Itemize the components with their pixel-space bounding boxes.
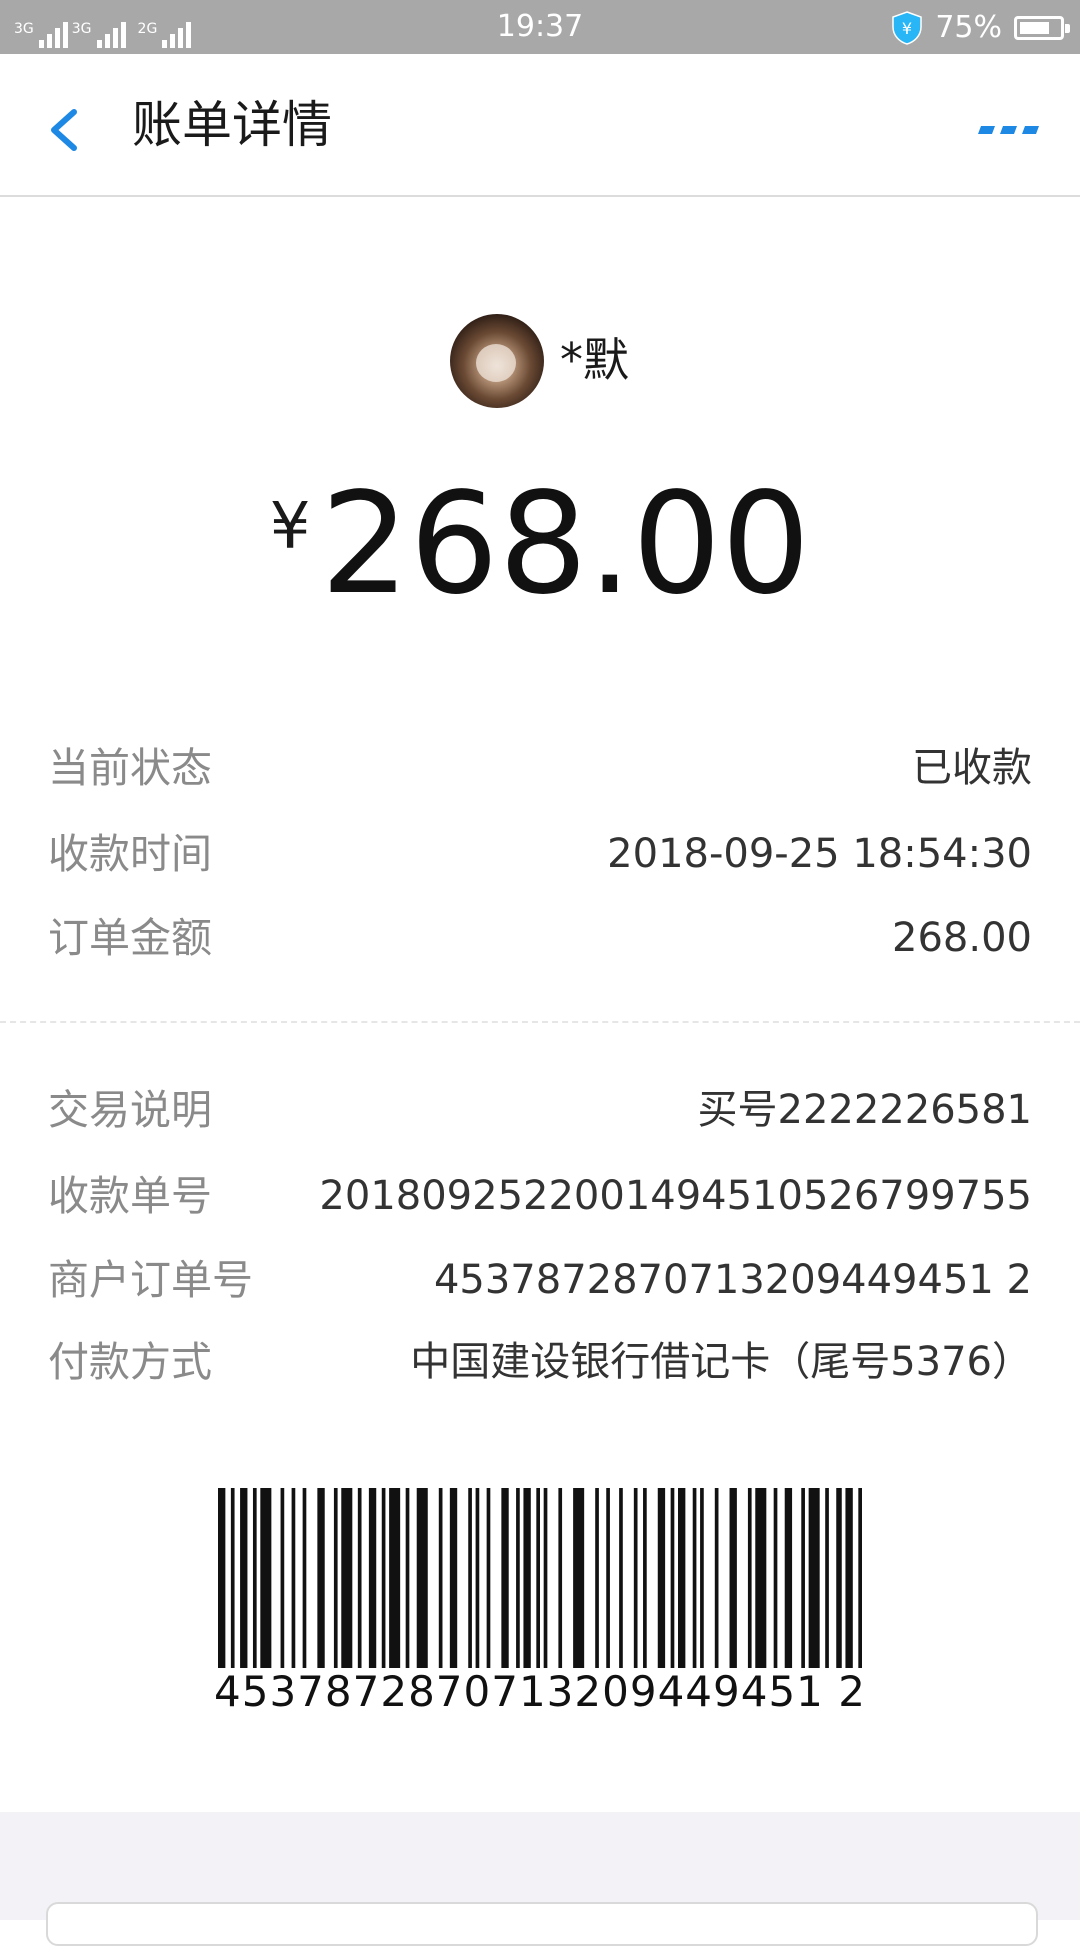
barcode-bar [845,1488,853,1668]
barcode-icon[interactable] [218,1488,862,1668]
barcode-bar [252,1488,257,1668]
barcode-bar [486,1488,491,1668]
amount-value: 268.00 [320,463,811,626]
detail-row-payment-method: 付款方式 中国建设银行借记卡（尾号5376） [48,1332,1032,1392]
barcode-bar [357,1488,362,1668]
detail-row-status: 当前状态 已收款 [48,738,1032,798]
detail-row-merchant-order: 商户订单号 4537872870713209449451 2 [48,1250,1032,1310]
more-dots-icon [978,126,1039,134]
detail-value: 中国建设银行借记卡（尾号5376） [410,1339,1032,1385]
barcode-bar [692,1488,697,1668]
barcode-bar [333,1488,338,1668]
detail-value: 已收款 [912,745,1032,791]
detail-value: 买号2222226581 [697,1087,1033,1133]
barcode-bar [230,1488,235,1668]
barcode-bar [368,1488,377,1668]
barcode-bar [643,1488,647,1668]
payer-name: *默 [560,333,629,387]
barcode-bar [291,1488,296,1668]
barcode-bar [516,1488,520,1668]
barcode-bar [747,1488,752,1668]
svg-text:¥: ¥ [902,19,912,38]
barcode-bar [475,1488,480,1668]
barcode-bar [468,1488,472,1668]
detail-row-time: 收款时间 2018-09-25 18:54:30 [48,824,1032,884]
detail-label: 收款时间 [48,830,212,878]
barcode-bar [543,1488,548,1668]
barcode-bar [729,1488,737,1668]
detail-value: 268.00 [892,915,1032,961]
barcode-bar [825,1488,829,1668]
barcode-bar [280,1488,285,1668]
barcode-bar [302,1488,307,1668]
barcode-bar [240,1488,248,1668]
detail-value: 2018-09-25 18:54:30 [607,831,1032,877]
barcode-bar [501,1488,509,1668]
barcode-bar [670,1488,675,1668]
detail-label: 交易说明 [48,1086,212,1134]
title-bar: 账单详情 [0,54,1080,197]
barcode-bar [657,1488,666,1668]
barcode-bar [381,1488,386,1668]
detail-label: 付款方式 [48,1338,212,1386]
more-button[interactable] [972,114,1042,144]
barcode-bar [558,1488,563,1668]
barcode-bar [449,1488,458,1668]
bottom-card[interactable] [46,1902,1038,1946]
barcode-bar [595,1488,599,1668]
status-bar: 3G 3G 2G 19:37 ¥ 75% [0,0,1080,54]
barcode-bar [573,1488,585,1668]
back-button[interactable] [40,94,90,164]
barcode-bar [606,1488,610,1668]
barcode-bar [773,1488,778,1668]
barcode-bar [808,1488,820,1668]
barcode-bar [416,1488,428,1668]
detail-row-receipt-number: 收款单号 2018092522001494510526799755 [48,1166,1032,1226]
detail-label: 当前状态 [48,744,212,792]
barcode-bar [755,1488,767,1668]
barcode-bar [536,1488,540,1668]
chevron-left-icon [51,109,77,151]
amount-display: ¥268.00 [0,470,1080,620]
barcode-bar [405,1488,410,1668]
barcode-bar [858,1488,862,1668]
battery-percent: 75% [935,10,1002,45]
barcode-bar [633,1488,638,1668]
barcode-bar [836,1488,842,1668]
battery-level-fill [1020,22,1049,34]
detail-value: 2018092522001494510526799755 [319,1173,1032,1219]
barcode-bar [218,1488,226,1668]
avatar[interactable] [450,314,544,408]
barcode-bar [801,1488,805,1668]
currency-symbol: ¥ [269,490,311,564]
barcode-bar [438,1488,443,1668]
barcode-bar [678,1488,686,1668]
page-title: 账单详情 [132,96,332,154]
detail-label: 收款单号 [48,1172,212,1220]
barcode-bar [784,1488,793,1668]
barcode-bar [317,1488,325,1668]
status-right: ¥ 75% [891,8,1070,48]
barcode-number: 4537872870713209449451 2 [214,1667,866,1716]
security-shield-icon: ¥ [892,11,923,45]
battery-icon [1014,16,1070,40]
detail-label: 订单金额 [48,914,212,962]
barcode-bar [389,1488,401,1668]
barcode-bar [260,1488,272,1668]
dashed-divider [0,1021,1080,1023]
barcode-bar [619,1488,623,1668]
bottom-area [0,1812,1080,1946]
detail-row-description: 交易说明 买号2222226581 [48,1080,1032,1140]
detail-label: 商户订单号 [48,1256,253,1304]
detail-value: 4537872870713209449451 2 [433,1257,1032,1303]
barcode-bar [523,1488,531,1668]
barcode-bar [700,1488,704,1668]
barcode-bar [714,1488,719,1668]
detail-row-order-amount: 订单金额 268.00 [48,908,1032,968]
barcode-bar [341,1488,353,1668]
